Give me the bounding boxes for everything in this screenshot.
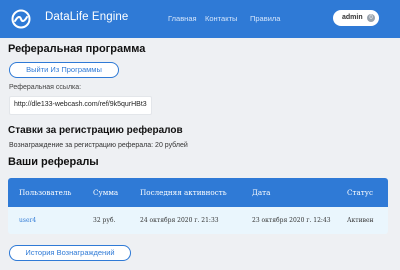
col-header-date: Дата <box>252 188 271 197</box>
cell-last-activity: 24 октября 2020 г. 21:33 <box>140 217 219 224</box>
nav-contacts[interactable]: Контакты <box>205 14 237 23</box>
cell-amount: 32 руб. <box>93 217 116 224</box>
col-header-status: Статус <box>347 188 373 197</box>
reward-text: Вознаграждение за регистрацию реферала: … <box>9 142 188 149</box>
referrals-table: Пользователь Сумма Последняя активность … <box>8 178 388 234</box>
rates-heading: Ставки за регистрацию рефералов <box>8 125 183 136</box>
page: DataLife Engine Главная Контакты Правила… <box>0 0 400 270</box>
your-referrals-heading: Ваши рефералы <box>8 156 99 168</box>
logo-icon[interactable] <box>11 9 31 29</box>
nav-home[interactable]: Главная <box>168 14 197 23</box>
referral-link-label: Реферальная ссылка: <box>9 84 82 91</box>
col-header-last-activity: Последняя активность <box>140 188 227 197</box>
exit-program-button[interactable]: Выйти Из Программы <box>9 62 119 78</box>
cell-date: 23 октября 2020 г. 12:43 <box>252 217 331 224</box>
cell-status: Активен <box>347 217 374 224</box>
referral-link-field[interactable]: http://dle133-webcash.com/ref/9k5qurHBt3 <box>9 96 152 115</box>
username: admin <box>342 14 363 21</box>
user-notification-icon: 0 <box>367 14 375 22</box>
table-header: Пользователь Сумма Последняя активность … <box>8 178 388 207</box>
cell-user[interactable]: user4 <box>19 217 36 224</box>
page-title: Реферальная программа <box>8 43 146 55</box>
nav-rules[interactable]: Правила <box>250 14 280 23</box>
top-header: DataLife Engine Главная Контакты Правила… <box>0 0 400 38</box>
col-header-amount: Сумма <box>93 188 119 197</box>
user-menu-button[interactable]: admin 0 <box>333 10 379 26</box>
reward-history-button[interactable]: История Вознаграждений <box>9 245 131 261</box>
brand-title[interactable]: DataLife Engine <box>45 11 128 23</box>
referral-link-value: http://dle133-webcash.com/ref/9k5qurHBt3 <box>14 101 147 108</box>
col-header-user: Пользователь <box>19 188 72 197</box>
